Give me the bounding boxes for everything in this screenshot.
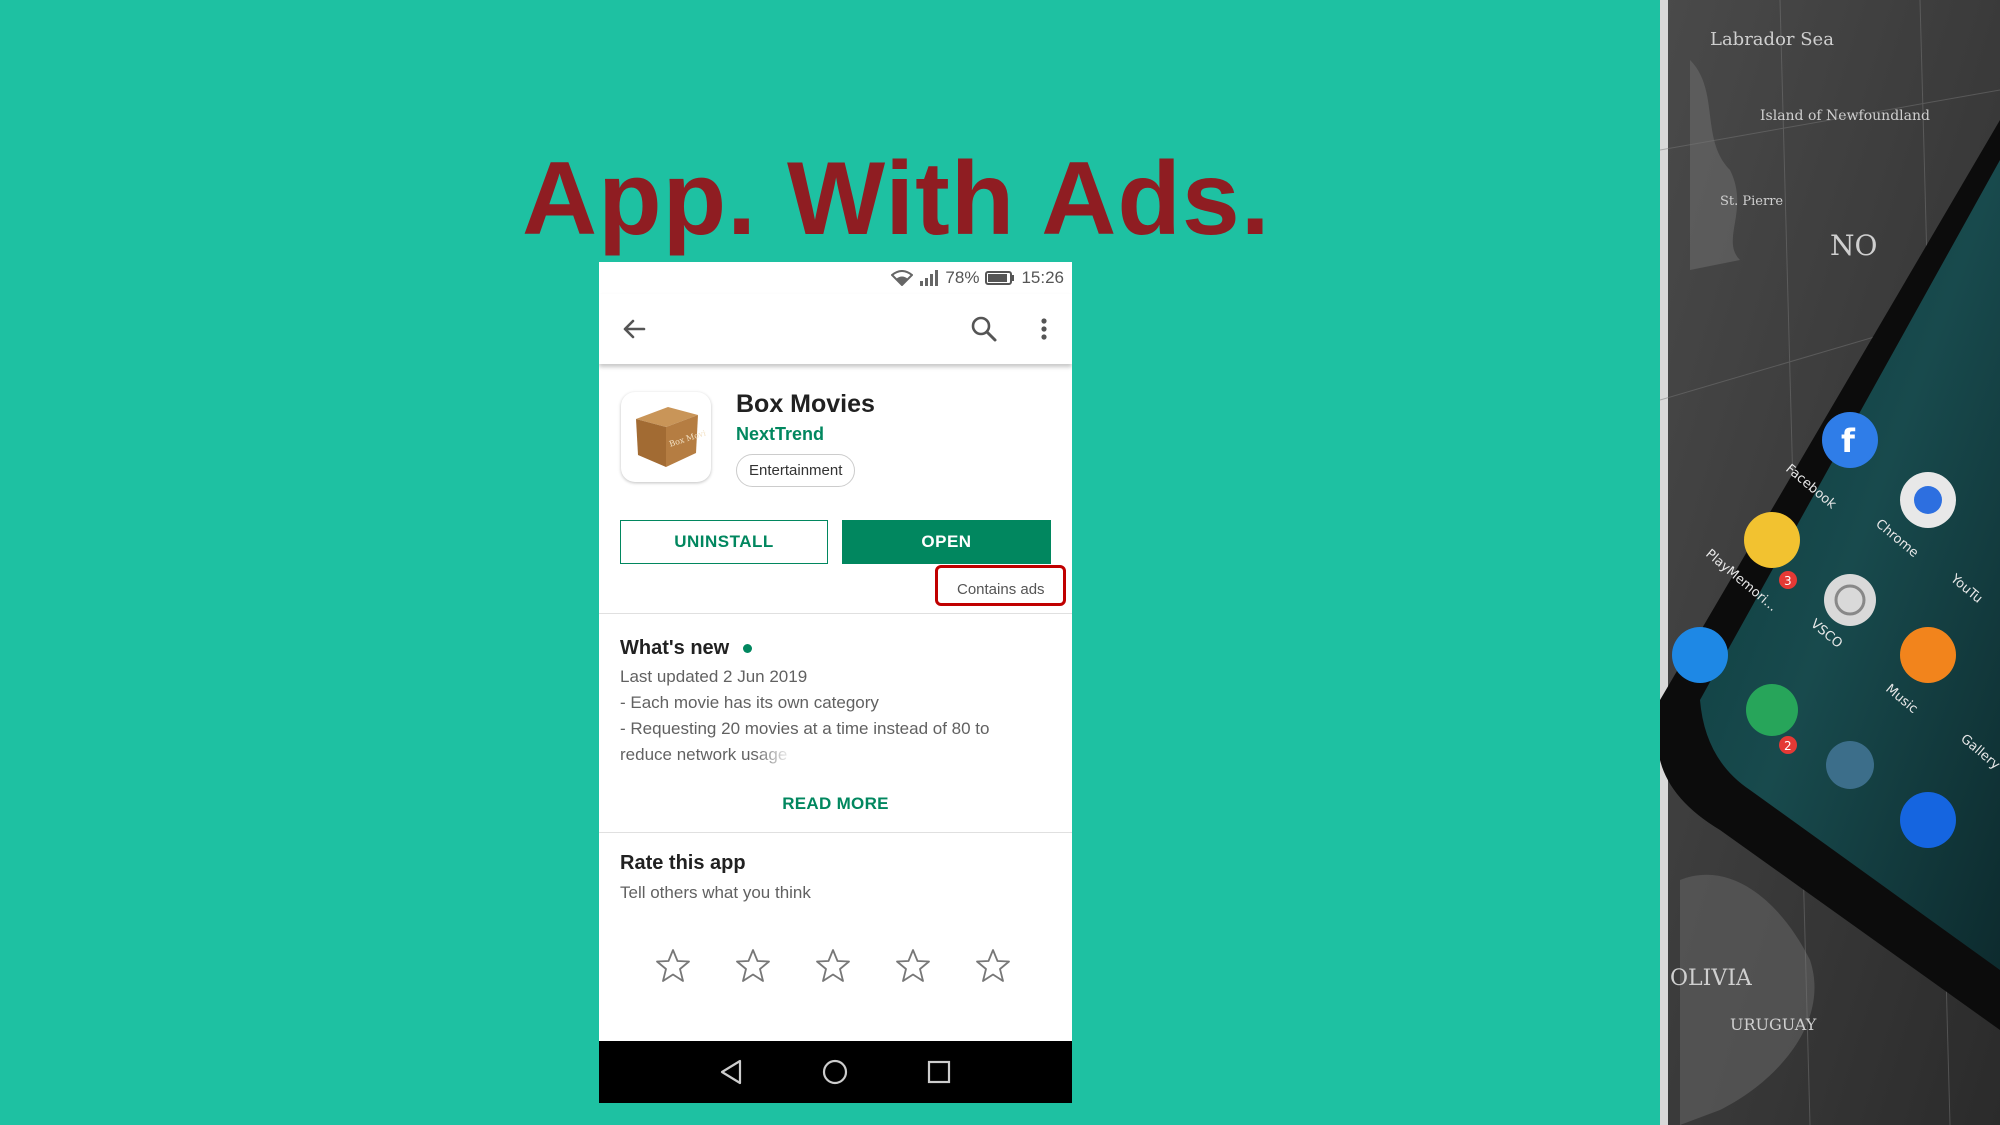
wifi-icon	[891, 270, 914, 286]
last-updated: Last updated 2 Jun 2019	[620, 667, 808, 686]
signal-icon	[919, 270, 939, 286]
open-button[interactable]: OPEN	[842, 520, 1051, 564]
map-label: URUGUAY	[1730, 1015, 1817, 1034]
category-chip[interactable]: Entertainment	[736, 454, 856, 487]
more-vert-icon[interactable]	[1029, 314, 1059, 344]
map-label: Labrador Sea	[1710, 29, 1834, 50]
read-more-link[interactable]: READ MORE	[599, 794, 1072, 814]
back-arrow-icon[interactable]	[619, 314, 649, 344]
whats-new-label: What's new	[620, 637, 730, 659]
uninstall-button[interactable]: UNINSTALL	[620, 520, 828, 564]
map-label: OLIVIA	[1670, 966, 1753, 991]
box-movies-icon: Box Movies	[621, 392, 711, 482]
status-bar: 78% 15:26	[599, 262, 1072, 294]
battery-percent: 78%	[945, 268, 980, 287]
ads-highlight-box	[935, 565, 1066, 606]
slide-title: App. With Ads.	[522, 141, 1271, 257]
star-icon[interactable]	[814, 947, 852, 985]
nav-back-icon[interactable]	[716, 1056, 748, 1088]
developer-link[interactable]: NextTrend	[736, 424, 824, 445]
star-icon[interactable]	[734, 947, 772, 985]
divider	[599, 613, 1072, 614]
new-indicator-dot	[743, 644, 753, 653]
nav-home-icon[interactable]	[819, 1056, 851, 1088]
map-label: St. Pierre	[1720, 194, 1783, 209]
star-icon[interactable]	[654, 947, 692, 985]
star-icon[interactable]	[894, 947, 932, 985]
rate-subtitle: Tell others what you think	[620, 883, 811, 902]
phone-screenshot: 78% 15:26 Box Movies Box Movies NextTren	[599, 262, 1072, 1103]
search-icon[interactable]	[969, 314, 999, 344]
android-nav-bar	[599, 1041, 1072, 1103]
rate-title: Rate this app	[620, 852, 746, 874]
app-name: Box Movies	[736, 390, 875, 418]
toolbar	[599, 294, 1072, 364]
changelog-line: - Requesting 20 movies at a time instead…	[620, 719, 990, 738]
star-rating	[654, 947, 1034, 987]
rate-section: Rate this app Tell others what you think	[599, 852, 1072, 1032]
nav-recents-icon[interactable]	[923, 1056, 955, 1088]
notification-badge: 2	[1784, 739, 1792, 753]
star-icon[interactable]	[974, 947, 1012, 985]
divider	[599, 832, 1072, 833]
notification-badge: 3	[1784, 574, 1792, 588]
map-label: Island of Newfoundland	[1760, 108, 1930, 124]
map-label: NO	[1830, 229, 1877, 262]
svg-text:f: f	[1841, 422, 1856, 460]
whats-new-title: What's new	[620, 637, 753, 660]
battery-icon	[985, 270, 1015, 286]
decorative-phone-photo: Labrador Sea Island of Newfoundland St. …	[1660, 0, 2000, 1125]
changelog-line: - Each movie has its own category	[620, 693, 879, 712]
clock: 15:26	[1021, 268, 1064, 287]
changelog-line: reduce network usage	[620, 745, 788, 764]
